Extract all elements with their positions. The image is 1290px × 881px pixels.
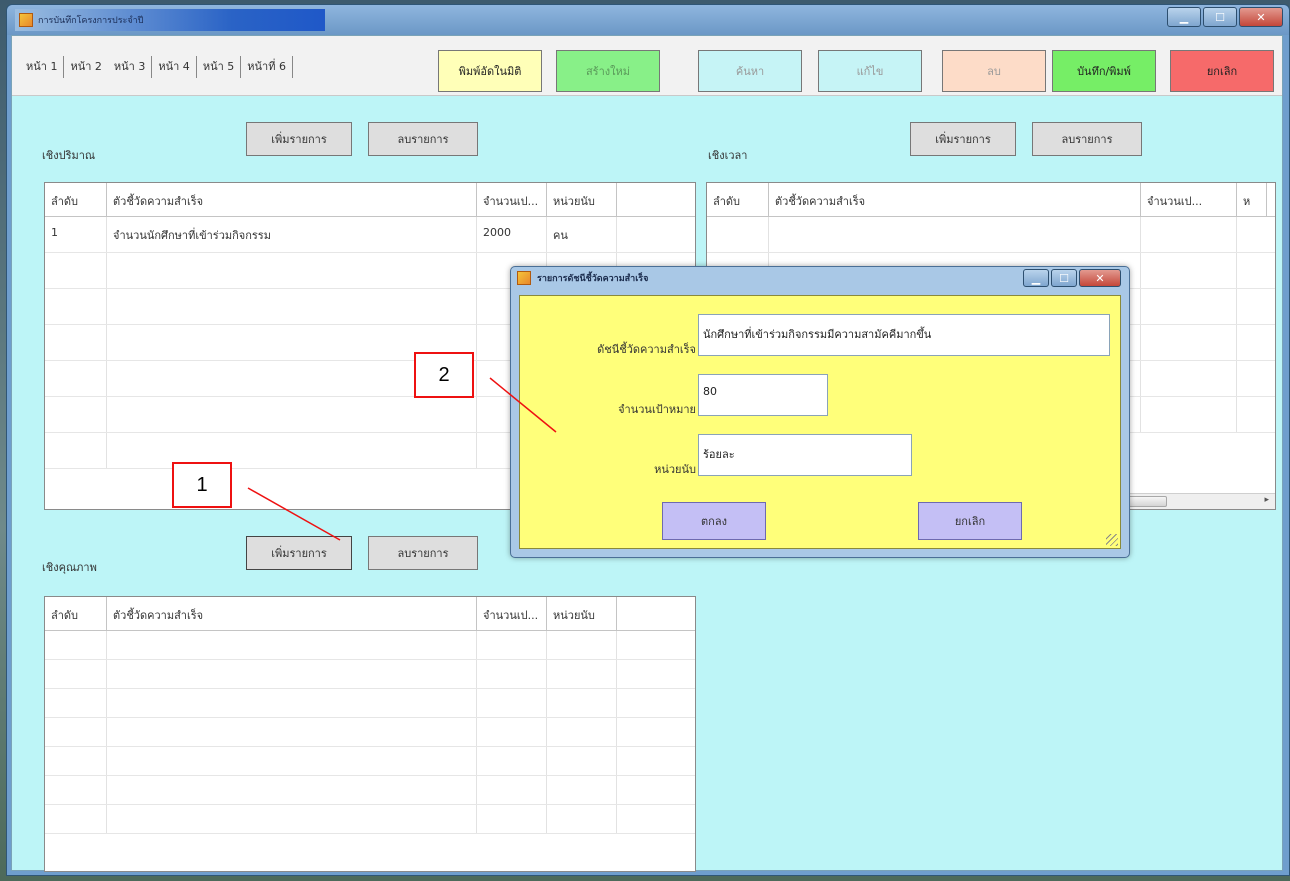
quantity-add-button[interactable]: เพิ่มรายการ xyxy=(246,122,352,156)
cell-indicator: จำนวนนักศึกษาที่เข้าร่วมกิจกรรม xyxy=(107,217,477,252)
table-row[interactable] xyxy=(45,747,695,776)
cell-order: 1 xyxy=(45,217,107,252)
minimize-icon: ▁ xyxy=(1179,10,1189,24)
window-title: การบันทึกโครงการประจำปี xyxy=(38,16,144,26)
cell-target: 2000 xyxy=(477,217,547,252)
column-header[interactable]: หน่วยนับ xyxy=(547,597,617,630)
column-header[interactable]: ตัวชี้วัดความสำเร็จ xyxy=(107,183,477,216)
maximize-button[interactable]: ☐ xyxy=(1203,7,1237,27)
scroll-right-icon[interactable]: ▸ xyxy=(1264,495,1269,505)
maximize-icon: ☐ xyxy=(1215,10,1225,24)
dialog-ok-button[interactable]: ตกลง xyxy=(662,502,766,540)
dialog-app-icon xyxy=(517,271,531,285)
indicator-dialog: รายการดัชนีชี้วัดความสำเร็จ ▁ ☐ ✕ ดัชนีช… xyxy=(510,266,1130,558)
tab-page-2[interactable]: หน้า 2 xyxy=(64,56,107,78)
dialog-minimize-button[interactable]: ▁ xyxy=(1023,269,1049,287)
top-toolbar: หน้า 1 หน้า 2 หน้า 3 หน้า 4 หน้า 5 หน้าท… xyxy=(12,36,1282,96)
column-header[interactable]: ลำดับ xyxy=(707,183,769,216)
resize-grip[interactable] xyxy=(1106,534,1118,546)
quantity-grid-header: ลำดับ ตัวชี้วัดความสำเร็จ จำนวนเป... หน่… xyxy=(45,183,695,217)
column-header[interactable]: จำนวนเป... xyxy=(477,183,547,216)
table-row[interactable] xyxy=(45,689,695,718)
column-header[interactable]: ห xyxy=(1237,183,1267,216)
column-header[interactable]: ลำดับ xyxy=(45,183,107,216)
close-icon: ✕ xyxy=(1095,271,1105,285)
minimize-button[interactable]: ▁ xyxy=(1167,7,1201,27)
table-row[interactable] xyxy=(45,631,695,660)
target-label: จำนวนเป้าหมาย xyxy=(618,403,696,416)
column-header[interactable]: จำนวนเป... xyxy=(477,597,547,630)
quality-label: เชิงคุณภาพ xyxy=(42,561,97,574)
time-grid-header: ลำดับ ตัวชี้วัดความสำเร็จ จำนวนเป... ห xyxy=(707,183,1275,217)
column-header[interactable]: ตัวชี้วัดความสำเร็จ xyxy=(107,597,477,630)
cancel-button[interactable]: ยกเลิก xyxy=(1170,50,1274,92)
close-icon: ✕ xyxy=(1256,10,1266,24)
dialog-close-button[interactable]: ✕ xyxy=(1079,269,1121,287)
column-header[interactable]: ลำดับ xyxy=(45,597,107,630)
target-input[interactable]: 80 xyxy=(698,374,828,416)
tab-page-1[interactable]: หน้า 1 xyxy=(20,56,65,78)
quantity-label: เชิงปริมาณ xyxy=(42,149,96,162)
maximize-icon: ☐ xyxy=(1059,271,1069,285)
quality-grid[interactable]: ลำดับ ตัวชี้วัดความสำเร็จ จำนวนเป... หน่… xyxy=(44,596,696,872)
page-tabs: หน้า 1 หน้า 2 หน้า 3 หน้า 4 หน้า 5 หน้าท… xyxy=(20,56,293,78)
window-controls: ▁ ☐ ✕ xyxy=(1167,7,1283,27)
table-row[interactable] xyxy=(45,718,695,747)
dialog-maximize-button[interactable]: ☐ xyxy=(1051,269,1077,287)
table-row[interactable] xyxy=(45,660,695,689)
time-remove-button[interactable]: ลบรายการ xyxy=(1032,122,1142,156)
indicator-input[interactable]: นักศึกษาที่เข้าร่วมกิจกรรมมีความสามัคคีม… xyxy=(698,314,1110,356)
quality-grid-header: ลำดับ ตัวชี้วัดความสำเร็จ จำนวนเป... หน่… xyxy=(45,597,695,631)
minimize-icon: ▁ xyxy=(1031,271,1041,285)
indicator-label: ดัชนีชี้วัดความสำเร็จ xyxy=(597,343,696,356)
dialog-title: รายการดัชนีชี้วัดความสำเร็จ xyxy=(537,274,649,284)
time-label: เชิงเวลา xyxy=(708,149,748,162)
edit-button[interactable]: แก้ไข xyxy=(818,50,922,92)
tab-page-3[interactable]: หน้า 3 xyxy=(108,56,153,78)
dialog-cancel-button[interactable]: ยกเลิก xyxy=(918,502,1022,540)
title-bar: การบันทึกโครงการประจำปี ▁ ☐ ✕ xyxy=(7,5,1289,35)
unit-label: หน่วยนับ xyxy=(654,463,696,476)
quantity-remove-button[interactable]: ลบรายการ xyxy=(368,122,478,156)
table-row[interactable] xyxy=(45,776,695,805)
close-button[interactable]: ✕ xyxy=(1239,7,1283,27)
tab-page-4[interactable]: หน้า 4 xyxy=(152,56,197,78)
table-row[interactable] xyxy=(45,805,695,834)
dialog-title-bar: รายการดัชนีชี้วัดความสำเร็จ xyxy=(517,271,648,285)
column-header[interactable]: จำนวนเป... xyxy=(1141,183,1237,216)
column-header[interactable]: ตัวชี้วัดความสำเร็จ xyxy=(769,183,1141,216)
save-print-button[interactable]: บันทึก/พิมพ์ xyxy=(1052,50,1156,92)
time-add-button[interactable]: เพิ่มรายการ xyxy=(910,122,1016,156)
new-button[interactable]: สร้างใหม่ xyxy=(556,50,660,92)
app-icon xyxy=(19,13,33,27)
quality-remove-button[interactable]: ลบรายการ xyxy=(368,536,478,570)
dialog-window-controls: ▁ ☐ ✕ xyxy=(1023,269,1121,287)
dialog-body: ดัชนีชี้วัดความสำเร็จ นักศึกษาที่เข้าร่ว… xyxy=(519,295,1121,549)
search-button[interactable]: ค้นหา xyxy=(698,50,802,92)
annotation-2: 2 xyxy=(414,352,474,398)
print-draft-button[interactable]: พิมพ์อัดในมิติ xyxy=(438,50,542,92)
delete-button[interactable]: ลบ xyxy=(942,50,1046,92)
cell-unit: คน xyxy=(547,217,617,252)
table-row[interactable] xyxy=(707,217,1275,253)
unit-input[interactable]: ร้อยละ xyxy=(698,434,912,476)
tab-page-5[interactable]: หน้า 5 xyxy=(197,56,242,78)
title-area: การบันทึกโครงการประจำปี xyxy=(15,9,325,31)
tab-page-6[interactable]: หน้าที่ 6 xyxy=(241,56,293,78)
annotation-1: 1 xyxy=(172,462,232,508)
table-row[interactable]: 1 จำนวนนักศึกษาที่เข้าร่วมกิจกรรม 2000 ค… xyxy=(45,217,695,253)
column-header[interactable]: หน่วยนับ xyxy=(547,183,617,216)
quality-add-button[interactable]: เพิ่มรายการ xyxy=(246,536,352,570)
